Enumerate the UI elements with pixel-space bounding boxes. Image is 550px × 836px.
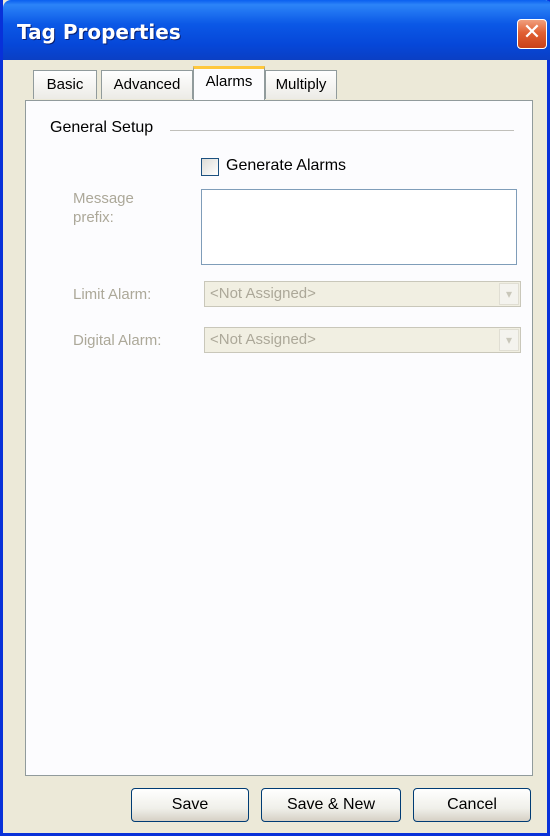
tab-basic[interactable]: Basic: [33, 70, 97, 99]
alarms-panel: General Setup Generate Alarms Message pr…: [25, 100, 533, 776]
chevron-down-icon[interactable]: ▾: [499, 283, 519, 305]
message-prefix-label-line1: Message: [73, 190, 134, 207]
limit-alarm-label: Limit Alarm:: [73, 286, 152, 303]
message-prefix-input[interactable]: [201, 189, 517, 265]
generate-alarms-label: Generate Alarms: [226, 157, 347, 174]
window-title: Tag Properties: [17, 20, 181, 44]
title-bar[interactable]: Tag Properties ✕: [3, 0, 550, 60]
general-setup-heading: General Setup: [50, 119, 154, 136]
tab-advanced[interactable]: Advanced: [101, 70, 193, 99]
save-new-button[interactable]: Save & New: [261, 788, 401, 822]
message-prefix-label-line2: prefix:: [73, 209, 114, 226]
tab-alarms[interactable]: Alarms: [193, 66, 265, 100]
close-button[interactable]: ✕: [517, 19, 547, 49]
tag-properties-window: Tag Properties ✕ Basic Advanced Alarms M…: [0, 0, 550, 836]
save-button[interactable]: Save: [131, 788, 249, 822]
chevron-down-icon[interactable]: ▾: [499, 329, 519, 351]
generate-alarms-checkbox[interactable]: [201, 158, 219, 176]
limit-alarm-value: <Not Assigned>: [210, 285, 316, 302]
section-divider: [170, 130, 514, 131]
digital-alarm-label: Digital Alarm:: [73, 332, 162, 349]
cancel-button[interactable]: Cancel: [413, 788, 531, 822]
digital-alarm-dropdown[interactable]: <Not Assigned> ▾: [204, 327, 521, 353]
digital-alarm-value: <Not Assigned>: [210, 331, 316, 348]
tab-multiply[interactable]: Multiply: [265, 70, 337, 99]
limit-alarm-dropdown[interactable]: <Not Assigned> ▾: [204, 281, 521, 307]
